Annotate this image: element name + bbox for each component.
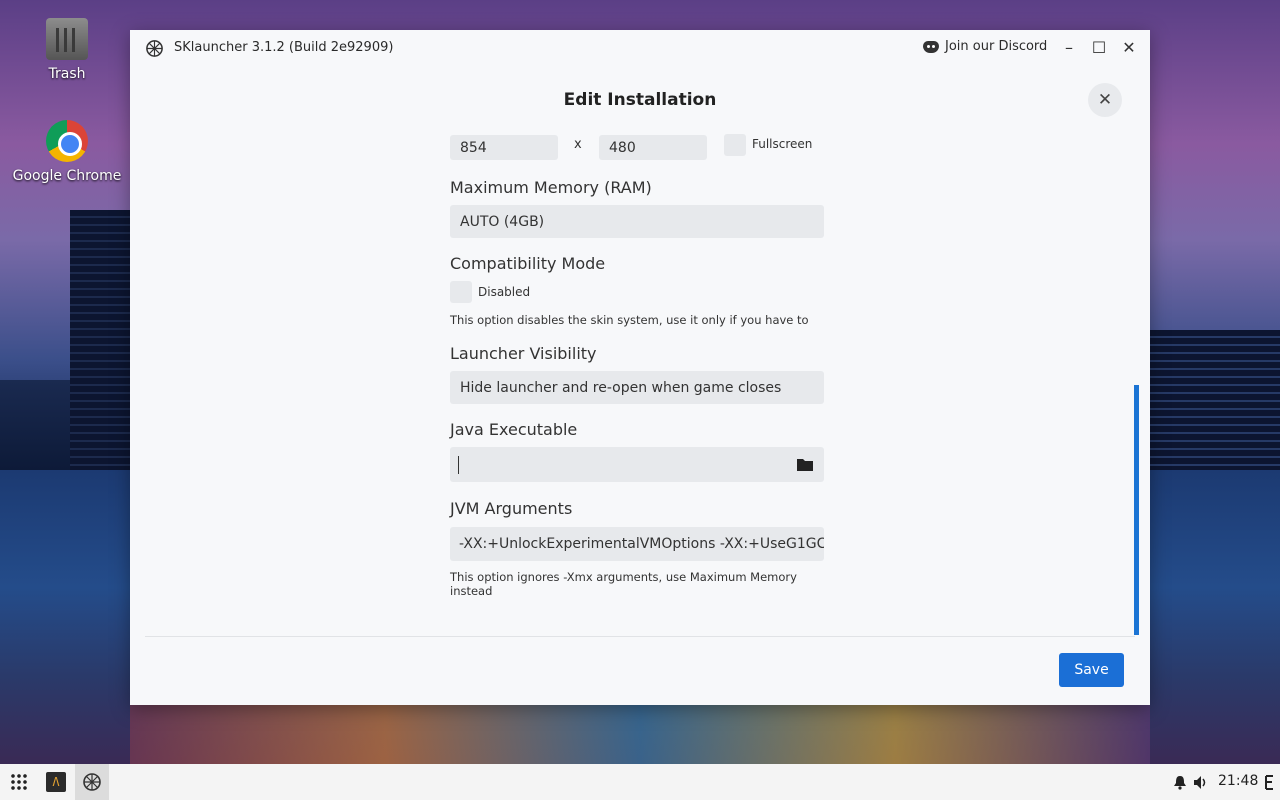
fullscreen-checkbox[interactable] <box>724 134 746 156</box>
resolution-separator: x <box>574 137 582 152</box>
compatibility-label: Compatibility Mode <box>450 254 606 273</box>
join-discord-label: Join our Discord <box>945 39 1048 54</box>
text-cursor <box>458 455 459 474</box>
close-dialog-button[interactable]: ✕ <box>1088 83 1122 117</box>
jvm-arguments-input[interactable]: -XX:+UnlockExperimentalVMOptions -XX:+Us… <box>450 527 824 561</box>
chrome-icon <box>46 120 88 162</box>
folder-icon[interactable] <box>796 457 814 472</box>
apps-menu-button[interactable] <box>9 770 29 794</box>
maximize-button[interactable]: ☐ <box>1089 38 1109 58</box>
save-button[interactable]: Save <box>1059 653 1124 687</box>
launcher-visibility-label: Launcher Visibility <box>450 344 597 363</box>
resolution-height-input[interactable]: 480 <box>599 135 707 160</box>
sklauncher-task[interactable] <box>75 764 109 800</box>
join-discord-link[interactable]: Join our Discord <box>923 39 1047 54</box>
compatibility-checkbox-label: Disabled <box>478 285 531 299</box>
apps-grid-icon <box>10 773 28 791</box>
java-executable-input[interactable] <box>450 447 824 482</box>
city-skyline-right <box>1150 330 1280 470</box>
terminal-task[interactable]: Λ <box>45 770 67 794</box>
footer-divider <box>145 636 1135 637</box>
resolution-width-input[interactable]: 854 <box>450 135 558 160</box>
scrollbar-thumb[interactable] <box>1134 385 1139 635</box>
sklauncher-logo-icon <box>146 40 163 57</box>
terminal-icon: Λ <box>46 772 66 792</box>
bell-icon[interactable] <box>1173 775 1187 790</box>
jvm-arguments-label: JVM Arguments <box>450 499 573 518</box>
desktop-icon-label: Trash <box>48 66 86 82</box>
dialog-title: Edit Installation <box>563 90 717 110</box>
java-executable-label: Java Executable <box>450 420 578 439</box>
desktop-icon-google-chrome[interactable]: Google Chrome <box>12 120 122 184</box>
close-window-button[interactable]: ✕ <box>1119 38 1139 58</box>
compatibility-hint: This option disables the skin system, us… <box>450 313 809 327</box>
discord-icon <box>923 40 939 53</box>
launcher-visibility-select[interactable]: Hide launcher and re-open when game clos… <box>450 371 824 404</box>
window-title: SKlauncher 3.1.2 (Build 2e92909) <box>174 40 394 55</box>
title-bar[interactable]: SKlauncher 3.1.2 (Build 2e92909) Join ou… <box>130 30 1150 66</box>
taskbar-clock[interactable]: 21:48 <box>1218 773 1258 789</box>
desktop-icon-trash[interactable]: Trash <box>12 18 122 82</box>
memory-select[interactable]: AUTO (4GB) <box>450 205 824 238</box>
fullscreen-label: Fullscreen <box>752 137 813 151</box>
power-icon[interactable] <box>1264 775 1276 790</box>
memory-label: Maximum Memory (RAM) <box>450 178 652 197</box>
skyscraper-left <box>70 210 130 470</box>
taskbar: Λ 21:48 <box>0 764 1280 800</box>
trash-icon <box>46 18 88 60</box>
compatibility-checkbox[interactable] <box>450 281 472 303</box>
sklauncher-icon <box>83 773 101 791</box>
minimize-button[interactable]: – <box>1059 38 1079 58</box>
jvm-arguments-hint: This option ignores -Xmx arguments, use … <box>450 570 797 598</box>
volume-icon[interactable] <box>1193 775 1209 790</box>
sklauncher-window: SKlauncher 3.1.2 (Build 2e92909) Join ou… <box>130 30 1150 705</box>
water-reflection <box>130 700 1150 764</box>
desktop-icon-label: Google Chrome <box>12 168 122 184</box>
